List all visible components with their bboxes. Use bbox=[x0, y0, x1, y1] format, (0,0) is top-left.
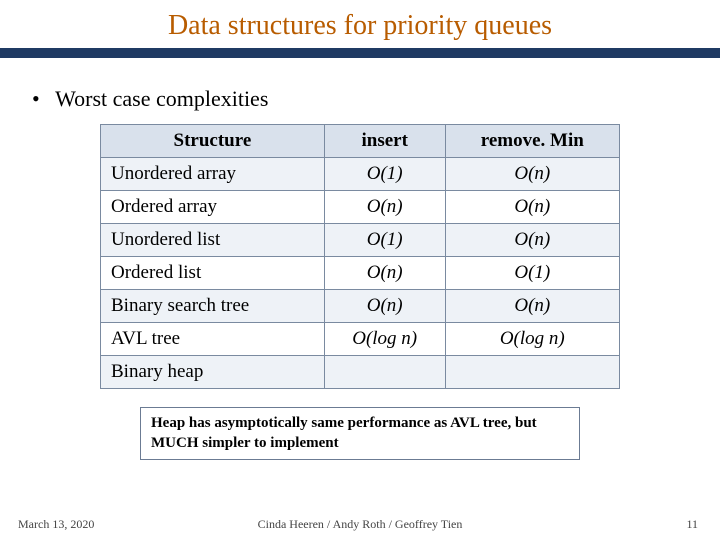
footer-authors: Cinda Heeren / Andy Roth / Geoffrey Tien bbox=[0, 517, 720, 532]
slide-footer: March 13, 2020 Cinda Heeren / Andy Roth … bbox=[0, 517, 720, 532]
cell-insert: O(1) bbox=[324, 158, 445, 191]
cell-remove bbox=[445, 356, 619, 389]
table-row: Unordered list O(1) O(n) bbox=[101, 224, 620, 257]
bullet-dot-icon: • bbox=[32, 86, 50, 112]
footer-pagenum: 11 bbox=[686, 517, 698, 532]
cell-structure: AVL tree bbox=[101, 323, 325, 356]
table-header-row: Structure insert remove. Min bbox=[101, 125, 620, 158]
cell-remove: O(n) bbox=[445, 224, 619, 257]
complexity-table: Structure insert remove. Min Unordered a… bbox=[100, 124, 620, 389]
cell-structure: Binary heap bbox=[101, 356, 325, 389]
cell-insert bbox=[324, 356, 445, 389]
table-row: Unordered array O(1) O(n) bbox=[101, 158, 620, 191]
cell-structure: Ordered list bbox=[101, 257, 325, 290]
col-remove: remove. Min bbox=[445, 125, 619, 158]
cell-insert: O(n) bbox=[324, 290, 445, 323]
cell-structure: Ordered array bbox=[101, 191, 325, 224]
cell-remove: O(1) bbox=[445, 257, 619, 290]
table-row: Binary heap bbox=[101, 356, 620, 389]
slide-title: Data structures for priority queues bbox=[0, 10, 720, 42]
cell-structure: Binary search tree bbox=[101, 290, 325, 323]
cell-structure: Unordered array bbox=[101, 158, 325, 191]
table-row: AVL tree O(log n) O(log n) bbox=[101, 323, 620, 356]
bullet-item: • Worst case complexities bbox=[32, 86, 720, 112]
cell-insert: O(log n) bbox=[324, 323, 445, 356]
cell-insert: O(n) bbox=[324, 257, 445, 290]
note-box: Heap has asymptotically same performance… bbox=[140, 407, 580, 460]
cell-insert: O(1) bbox=[324, 224, 445, 257]
col-structure: Structure bbox=[101, 125, 325, 158]
cell-structure: Unordered list bbox=[101, 224, 325, 257]
table-row: Ordered array O(n) O(n) bbox=[101, 191, 620, 224]
cell-remove: O(n) bbox=[445, 158, 619, 191]
cell-insert: O(n) bbox=[324, 191, 445, 224]
cell-remove: O(log n) bbox=[445, 323, 619, 356]
title-band: Data structures for priority queues bbox=[0, 0, 720, 58]
table-row: Binary search tree O(n) O(n) bbox=[101, 290, 620, 323]
col-insert: insert bbox=[324, 125, 445, 158]
cell-remove: O(n) bbox=[445, 290, 619, 323]
slide: Data structures for priority queues • Wo… bbox=[0, 0, 720, 540]
footer-date: March 13, 2020 bbox=[18, 517, 94, 532]
cell-remove: O(n) bbox=[445, 191, 619, 224]
bullet-text: Worst case complexities bbox=[55, 86, 268, 111]
table-row: Ordered list O(n) O(1) bbox=[101, 257, 620, 290]
